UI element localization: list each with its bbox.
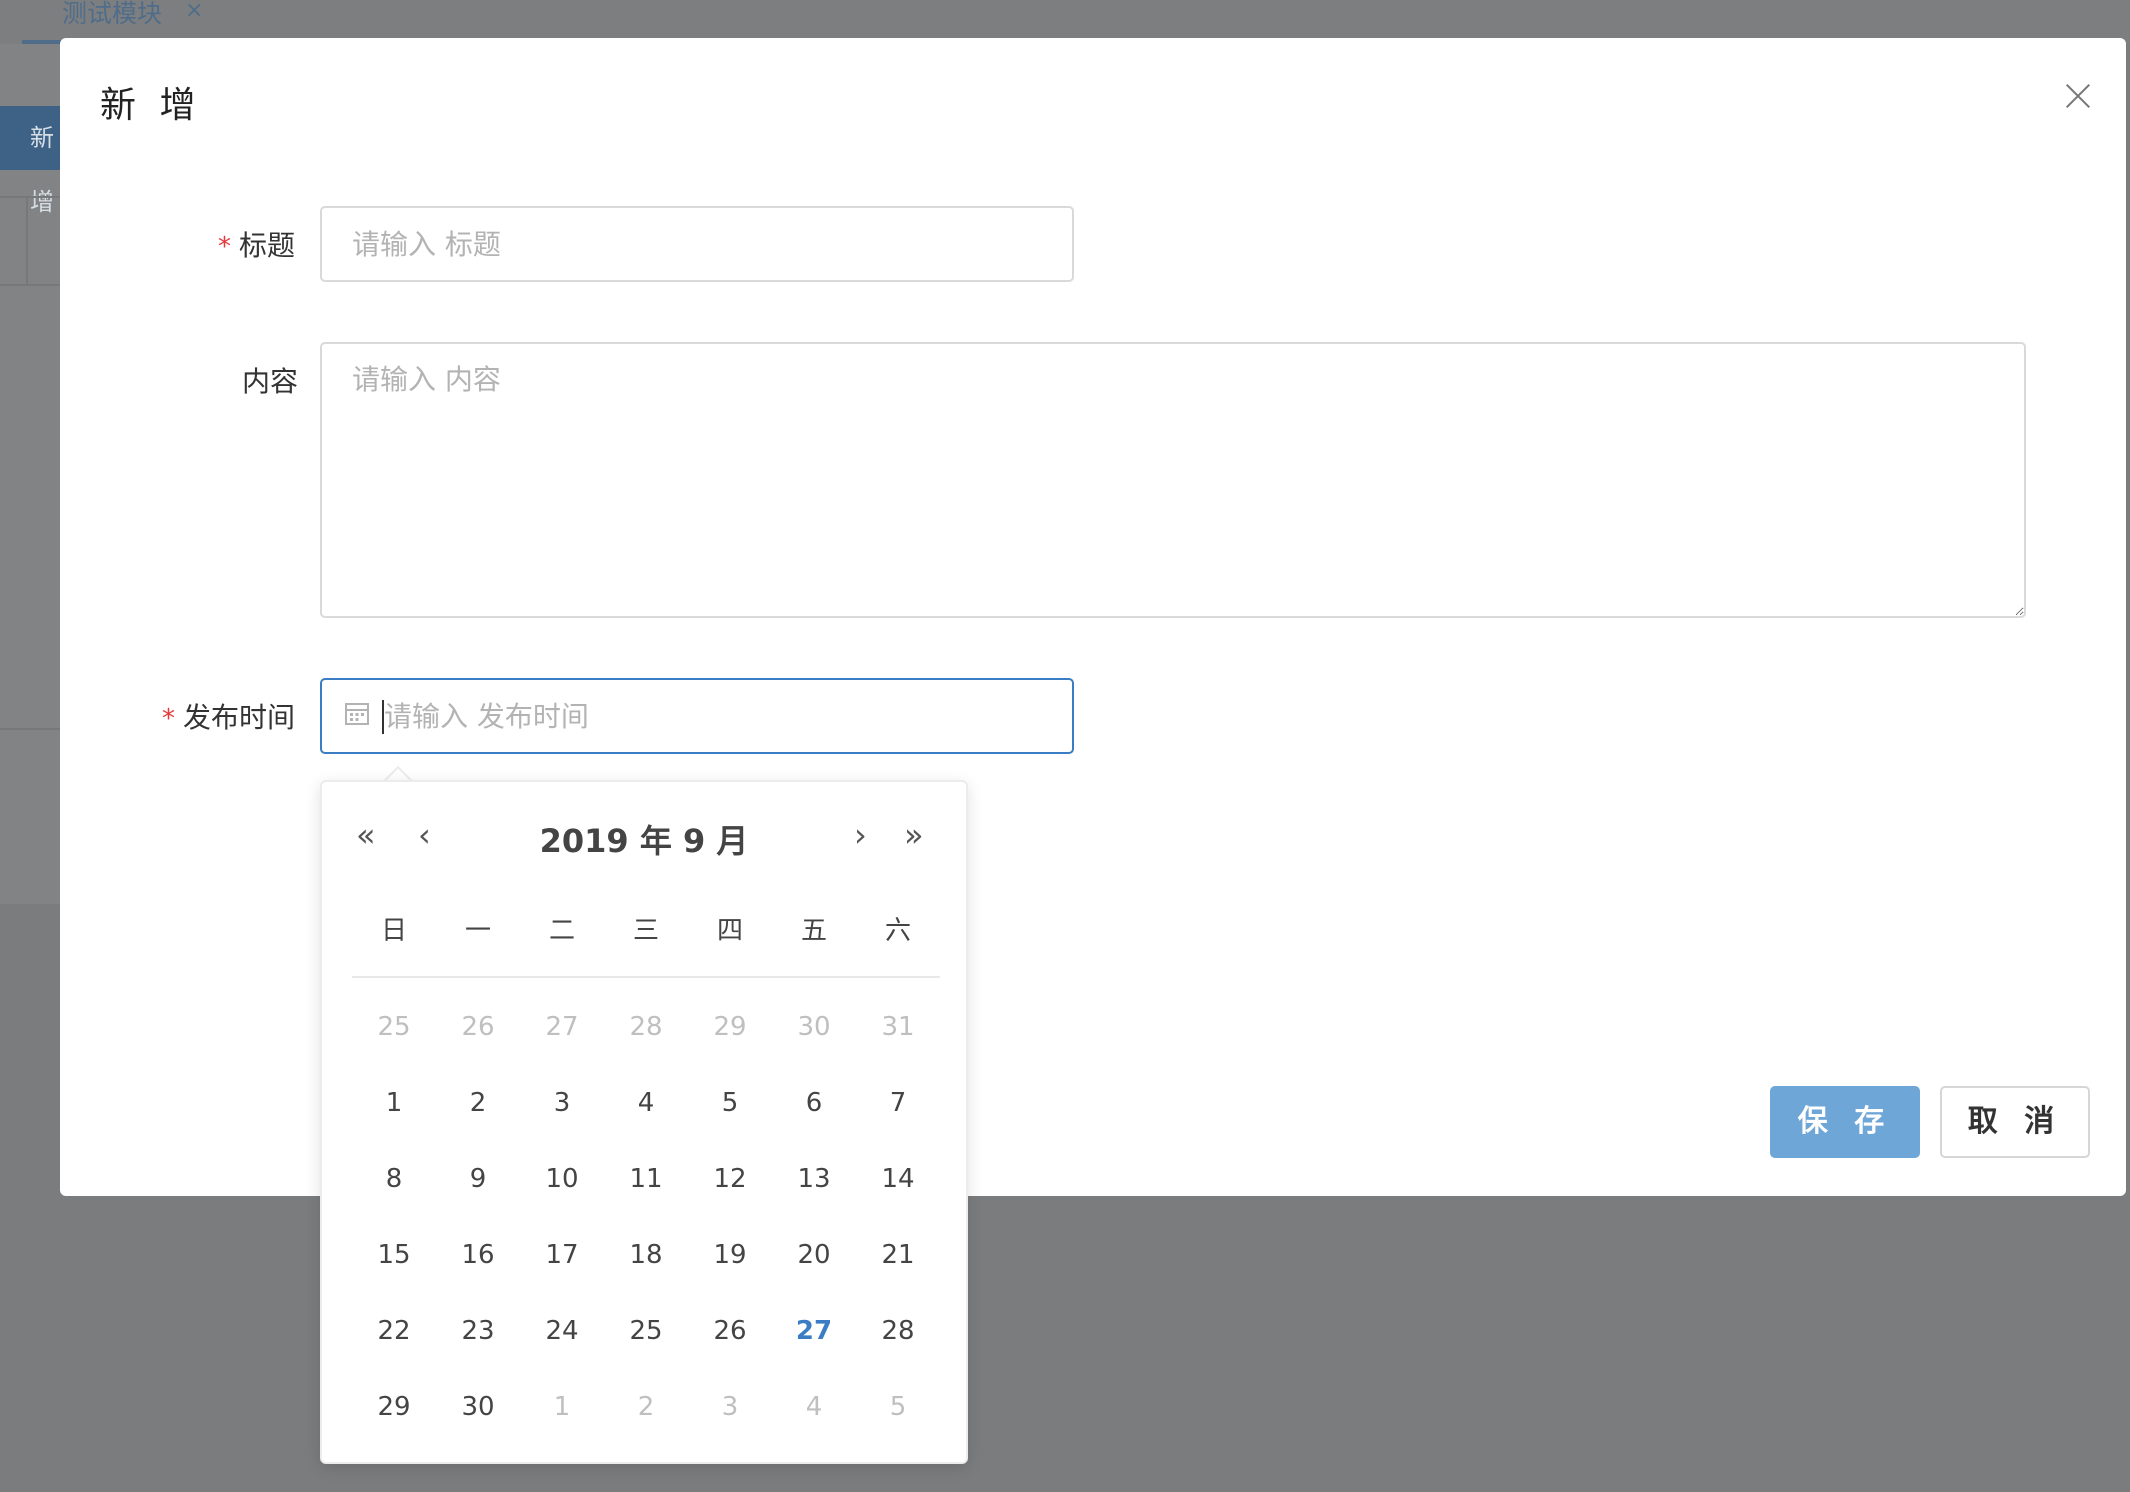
calendar-day[interactable]: 25 [352,1002,436,1078]
weekday-label: 四 [716,916,743,946]
calendar-day[interactable]: 23 [436,1306,520,1382]
week-row: 22 23 24 25 26 27 28 [352,1306,940,1382]
calendar-day[interactable]: 4 [772,1382,856,1458]
weekday-label: 三 [632,916,659,946]
calendar-day[interactable]: 2 [604,1382,688,1458]
prev-year-icon[interactable]: « [356,816,376,854]
cancel-button[interactable]: 取 消 [1940,1086,2090,1158]
calendar-day[interactable]: 11 [604,1154,688,1230]
calendar-day[interactable]: 21 [856,1230,940,1306]
content-label: 内容 [242,365,299,398]
calendar-day[interactable]: 22 [352,1306,436,1382]
calendar-day[interactable]: 17 [520,1230,604,1306]
calendar-day[interactable]: 10 [520,1154,604,1230]
calendar-day[interactable]: 5 [856,1382,940,1458]
calendar-day[interactable]: 27 [772,1306,856,1382]
background-tab-close-icon[interactable]: × [185,0,203,23]
calendar-day[interactable]: 19 [688,1230,772,1306]
date-picker: 2019 年 9 月 « ‹ › » 日 一 二 三 四 五 六 25 26 2… [320,780,968,1464]
week-row: 15 16 17 18 19 20 21 [352,1230,940,1306]
calendar-day[interactable]: 15 [352,1230,436,1306]
calendar-day[interactable]: 20 [772,1230,856,1306]
day-grid: 25 26 27 28 29 30 31 1 2 3 4 5 6 7 8 9 1… [352,1002,940,1458]
weekday-label: 二 [548,916,575,946]
week-row: 25 26 27 28 29 30 31 [352,1002,940,1078]
calendar-day[interactable]: 4 [604,1078,688,1154]
calendar-day[interactable]: 16 [436,1230,520,1306]
calendar-day[interactable]: 3 [688,1382,772,1458]
week-row: 8 9 10 11 12 13 14 [352,1154,940,1230]
background-divider [0,728,62,730]
background-divider [0,284,62,286]
calendar-day[interactable]: 28 [856,1306,940,1382]
calendar-day[interactable]: 30 [436,1382,520,1458]
calendar-day[interactable]: 9 [436,1154,520,1230]
calendar-day[interactable]: 2 [436,1078,520,1154]
calendar-day[interactable]: 1 [352,1078,436,1154]
weekday-label: 六 [884,916,911,946]
calendar-day[interactable]: 25 [604,1306,688,1382]
required-mark: * [218,232,231,262]
background-divider [26,196,28,284]
weekday-label: 一 [464,916,491,946]
calendar-day[interactable]: 5 [688,1078,772,1154]
calendar-day[interactable]: 29 [352,1382,436,1458]
calendar-day[interactable]: 30 [772,1002,856,1078]
calendar-day[interactable]: 26 [436,1002,520,1078]
calendar-day[interactable]: 18 [604,1230,688,1306]
publish-time-input[interactable] [320,678,1074,754]
calendar-day[interactable]: 29 [688,1002,772,1078]
calendar-day[interactable]: 24 [520,1306,604,1382]
close-icon[interactable] [2060,78,2096,114]
calendar-day[interactable]: 8 [352,1154,436,1230]
publish-time-label: * 发布时间 [162,696,295,736]
calendar-icon [345,703,369,725]
publish-time-label-text: 发布时间 [183,701,296,734]
weekday-header: 日 一 二 三 四 五 六 [352,910,940,947]
week-row: 1 2 3 4 5 6 7 [352,1078,940,1154]
calendar-day[interactable]: 12 [688,1154,772,1230]
text-cursor [382,700,384,734]
week-row: 29 30 1 2 3 4 5 [352,1382,940,1458]
dialog-title: 新 增 [100,85,202,126]
background-add-button[interactable]: 新 增 [0,106,60,216]
background-divider [0,196,62,198]
calendar-day[interactable]: 31 [856,1002,940,1078]
weekday-label: 日 [380,916,407,946]
next-month-icon[interactable]: › [854,816,867,854]
calendar-day[interactable]: 27 [520,1002,604,1078]
save-button[interactable]: 保 存 [1770,1086,1920,1158]
weekday-divider [352,976,940,978]
title-input[interactable] [320,206,1074,282]
calendar-day[interactable]: 28 [604,1002,688,1078]
weekday-label: 五 [800,916,827,946]
calendar-day[interactable]: 1 [520,1382,604,1458]
background-tab-label[interactable]: 测试模块 [62,0,162,30]
calendar-day[interactable]: 3 [520,1078,604,1154]
next-year-icon[interactable]: » [904,816,924,854]
title-label-text: 标题 [239,229,296,262]
prev-month-icon[interactable]: ‹ [418,816,431,854]
calendar-day[interactable]: 13 [772,1154,856,1230]
calendar-day[interactable]: 6 [772,1078,856,1154]
calendar-day[interactable]: 7 [856,1078,940,1154]
required-mark: * [162,704,175,734]
calendar-day[interactable]: 14 [856,1154,940,1230]
content-textarea[interactable] [320,342,2026,618]
title-label: * 标题 [218,224,295,264]
calendar-day[interactable]: 26 [688,1306,772,1382]
